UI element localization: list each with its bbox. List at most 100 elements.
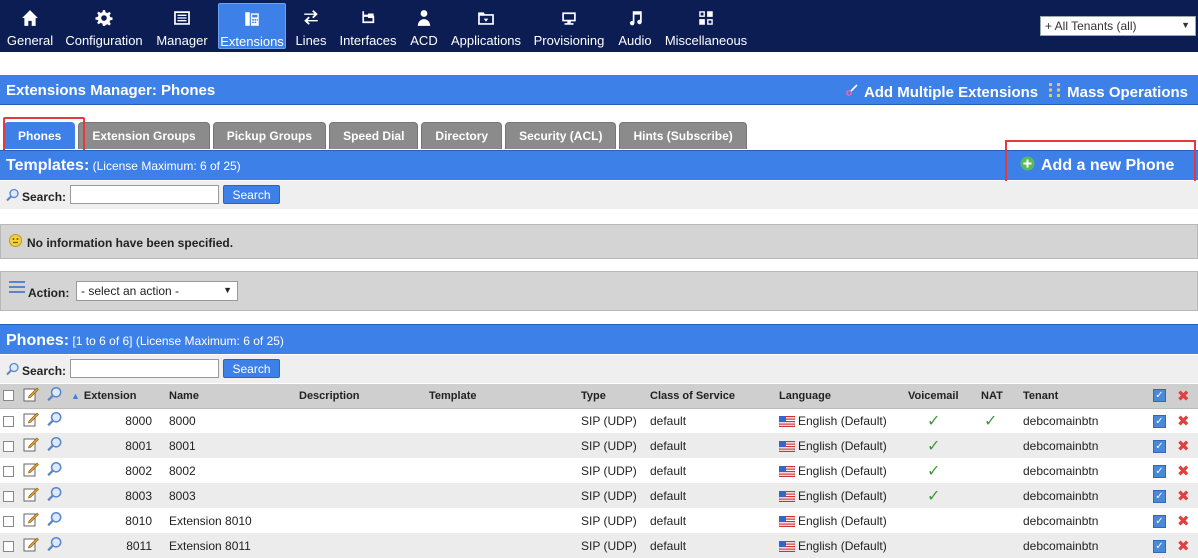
magnifier-icon[interactable] (47, 511, 63, 530)
row-checkbox[interactable] (3, 540, 14, 552)
column-name[interactable]: Name (166, 384, 296, 409)
edit-icon[interactable] (23, 486, 39, 505)
nav-extensions[interactable]: Extensions (218, 3, 286, 49)
row-checkbox[interactable] (3, 416, 14, 428)
cell-language: English (Default) (776, 458, 905, 483)
table-row: 8003 8003 SIP (UDP) default English (Default… (0, 483, 1198, 508)
column-voicemail[interactable]: Voicemail (905, 384, 978, 409)
nav-acd[interactable]: ACD (406, 3, 442, 49)
tab-directory[interactable]: Directory (421, 122, 503, 149)
row-checkbox[interactable] (3, 440, 14, 452)
checkmark-icon: ✓ (927, 412, 941, 430)
edit-icon[interactable] (23, 436, 39, 455)
row-select-icon[interactable]: ✓ (1153, 539, 1166, 553)
us-flag-icon (779, 489, 798, 503)
cell-tenant: debcomainbtn (1020, 458, 1150, 483)
row-select-icon[interactable]: ✓ (1153, 489, 1166, 503)
magnifier-icon[interactable] (47, 486, 63, 505)
nav-general[interactable]: General (4, 3, 56, 49)
edit-icon[interactable] (23, 461, 39, 480)
magnifier-icon[interactable] (47, 411, 63, 430)
cell-name: Extension 8011 (166, 533, 296, 558)
column-description[interactable]: Description (296, 384, 426, 409)
cell-nat (978, 458, 1020, 483)
us-flag-icon (779, 539, 798, 553)
cell-extension: 8001 (68, 433, 166, 458)
row-checkbox[interactable] (3, 490, 14, 502)
edit-icon[interactable] (23, 411, 39, 430)
nav-lines[interactable]: Lines (293, 3, 329, 49)
bulk-delete-icon[interactable]: ✖ (1177, 388, 1190, 405)
tenant-select[interactable]: + All Tenants (all) ▼ (1040, 16, 1196, 36)
templates-action-select[interactable]: - select an action - ▼ (76, 281, 238, 301)
cell-voicemail: ✓ (905, 408, 978, 433)
row-checkbox[interactable] (3, 465, 14, 477)
delete-icon[interactable]: ✖ (1177, 438, 1190, 455)
column-type[interactable]: Type (578, 384, 647, 409)
table-row: 8001 8001 SIP (UDP) default English (Default… (0, 433, 1198, 458)
tab-extension-groups[interactable]: Extension Groups (78, 122, 210, 149)
bulk-select-icon[interactable]: ✓ (1153, 389, 1166, 403)
magnifier-icon[interactable] (47, 536, 63, 555)
row-checkbox[interactable] (3, 515, 14, 527)
templates-search-button[interactable]: Search (223, 185, 280, 204)
cell-voicemail (905, 533, 978, 558)
delete-icon[interactable]: ✖ (1177, 463, 1190, 480)
cell-extension: 8003 (68, 483, 166, 508)
add-multiple-extensions-button[interactable]: Add Multiple Extensions (845, 83, 1038, 101)
tab-pickup-groups[interactable]: Pickup Groups (212, 122, 327, 149)
edit-icon[interactable] (23, 511, 39, 530)
phones-search-row: Search: Search (0, 355, 1198, 383)
cell-language: English (Default) (776, 408, 905, 433)
row-select-icon[interactable]: ✓ (1153, 514, 1166, 528)
nav-miscellaneous[interactable]: Miscellaneous (664, 3, 748, 49)
column-class-of-service[interactable]: Class of Service (647, 384, 776, 409)
magnifier-icon[interactable] (47, 461, 63, 480)
cell-language: English (Default) (776, 533, 905, 558)
cell-template (426, 533, 578, 558)
phone-icon (219, 10, 285, 34)
column-language[interactable]: Language (776, 384, 905, 409)
column-extension[interactable]: ▲ Extension (68, 384, 166, 409)
nav-applications[interactable]: Applications (450, 3, 522, 49)
cell-template (426, 483, 578, 508)
phones-search-button[interactable]: Search (223, 359, 280, 378)
cell-tenant: debcomainbtn (1020, 508, 1150, 533)
phones-search-input[interactable] (70, 359, 219, 378)
templates-search-input[interactable] (70, 185, 219, 204)
nav-audio[interactable]: Audio (615, 3, 655, 49)
delete-icon[interactable]: ✖ (1177, 538, 1190, 555)
nav-configuration[interactable]: Configuration (63, 3, 145, 49)
cell-nat (978, 483, 1020, 508)
manager-header: Extensions Manager: Phones Add Multiple … (0, 75, 1198, 105)
nav-manager[interactable]: Manager (153, 3, 211, 49)
magnifier-icon[interactable] (47, 436, 63, 455)
column-nat[interactable]: NAT (978, 384, 1020, 409)
row-select-icon[interactable]: ✓ (1153, 439, 1166, 453)
phones-range: [1 to 6 of 6] (72, 334, 133, 348)
phones-tab-highlight (3, 117, 85, 152)
nav-provisioning[interactable]: Provisioning (532, 3, 606, 49)
row-select-icon[interactable]: ✓ (1153, 464, 1166, 478)
row-select-icon[interactable]: ✓ (1153, 414, 1166, 428)
tab-security-acl[interactable]: Security (ACL) (505, 122, 617, 149)
mass-operations-button[interactable]: Mass Operations (1048, 82, 1188, 102)
tab-speed-dial[interactable]: Speed Dial (329, 122, 419, 149)
delete-icon[interactable]: ✖ (1177, 513, 1190, 530)
add-new-phone-button[interactable]: Add a new Phone (1020, 156, 1174, 176)
nav-interfaces[interactable]: Interfaces (338, 3, 398, 49)
tab-hints-subscribe[interactable]: Hints (Subscribe) (619, 122, 747, 149)
column-tenant[interactable]: Tenant (1020, 384, 1150, 409)
delete-icon[interactable]: ✖ (1177, 488, 1190, 505)
applications-icon (450, 9, 522, 33)
cell-nat (978, 508, 1020, 533)
magnifier-icon (6, 188, 20, 205)
templates-info-bar: No information have been specified. (0, 224, 1198, 259)
column-template[interactable]: Template (426, 384, 578, 409)
delete-icon[interactable]: ✖ (1177, 413, 1190, 430)
cell-nat (978, 433, 1020, 458)
select-all-checkbox[interactable] (3, 390, 14, 402)
edit-icon[interactable] (23, 536, 39, 555)
us-flag-icon (779, 414, 798, 428)
cell-language: English (Default) (776, 433, 905, 458)
